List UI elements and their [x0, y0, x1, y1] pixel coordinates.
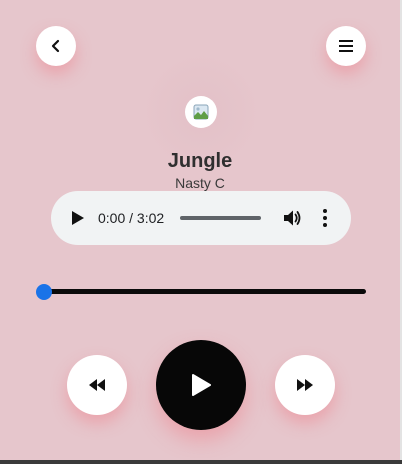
volume-icon[interactable] — [283, 209, 301, 227]
music-player: Jungle Nasty C 0:00 / 3:02 — [0, 0, 402, 460]
audio-progress-bar[interactable] — [180, 216, 261, 220]
menu-button[interactable] — [326, 26, 366, 66]
song-artist: Nasty C — [175, 175, 225, 191]
rewind-button[interactable] — [67, 355, 127, 415]
broken-image-icon — [193, 104, 209, 120]
audio-time-display: 0:00 / 3:02 — [98, 210, 165, 226]
seek-slider-track[interactable] — [44, 289, 366, 294]
chevron-left-icon — [51, 39, 60, 53]
play-button[interactable] — [156, 340, 246, 430]
fast-forward-button[interactable] — [275, 355, 335, 415]
album-cover — [185, 96, 217, 128]
fast-forward-icon — [297, 379, 313, 391]
back-button[interactable] — [36, 26, 76, 66]
play-icon — [192, 374, 211, 396]
more-options-icon[interactable] — [320, 208, 330, 228]
hamburger-menu-icon — [339, 40, 353, 52]
audio-player[interactable]: 0:00 / 3:02 — [51, 191, 351, 245]
song-title: Jungle — [167, 150, 233, 172]
seek-slider-thumb[interactable] — [36, 284, 52, 300]
bottom-edge — [0, 460, 402, 464]
play-icon[interactable] — [71, 210, 85, 226]
rewind-icon — [89, 379, 105, 391]
